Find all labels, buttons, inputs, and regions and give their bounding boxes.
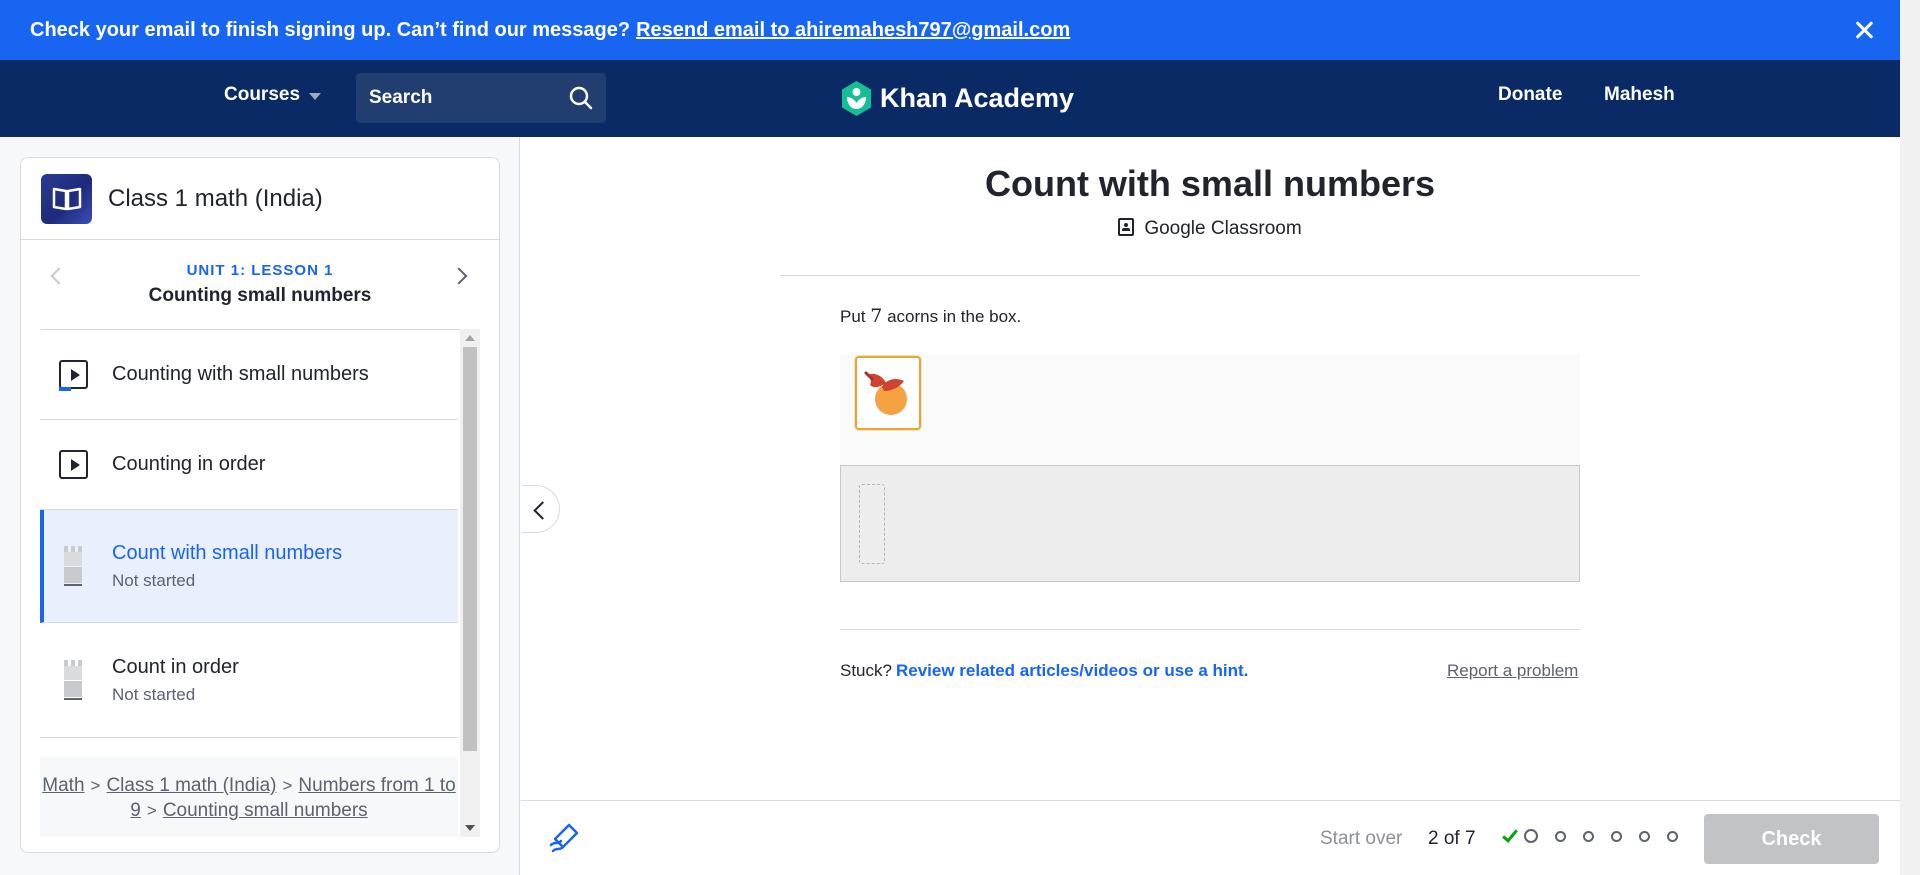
breadcrumb-lesson[interactable]: Counting small numbers (163, 800, 368, 821)
sidebar-item-counting-in-order[interactable]: Counting in order (40, 420, 458, 510)
scrollbar-thumb[interactable] (463, 347, 477, 751)
search-label: Search (369, 87, 433, 108)
start-over-button[interactable]: Start over (1320, 828, 1402, 850)
draggable-acorn[interactable] (855, 356, 921, 430)
google-classroom-icon (1118, 218, 1135, 236)
completed-check-icon (1502, 825, 1518, 843)
question-progress: 2 of 7 (1428, 828, 1476, 849)
book-icon (41, 173, 92, 224)
list-item-title: Count in order (112, 655, 239, 678)
close-icon[interactable] (1850, 16, 1878, 44)
course-title: Class 1 math (India) (108, 184, 323, 212)
breadcrumb-separator: > (90, 776, 101, 795)
course-header[interactable]: Class 1 math (India) (21, 158, 499, 240)
breadcrumb: Math > Class 1 math (India) > Numbers from 1… (40, 757, 458, 837)
check-button[interactable]: Check (1704, 814, 1879, 864)
page-scrollbar[interactable] (1900, 0, 1920, 875)
courses-menu-button[interactable]: Courses (224, 84, 322, 106)
sidebar-scrollbar[interactable] (460, 329, 480, 837)
video-play-icon (58, 450, 88, 479)
unit-lesson-label: UNIT 1: LESSON 1 (186, 262, 334, 279)
donate-link[interactable]: Donate (1498, 84, 1562, 106)
top-nav: Courses Search Khan Academy Donate Mahes… (0, 60, 1900, 137)
search-input[interactable]: Search (356, 73, 606, 123)
scroll-up-icon[interactable] (465, 335, 475, 341)
acorn-source-tray (840, 355, 1580, 465)
banner-message: Check your email to finish signing up. C… (30, 18, 631, 41)
exercise-castle-icon (64, 546, 82, 586)
list-item-title: Counting in order (112, 453, 266, 475)
question-dot (1555, 830, 1566, 842)
prompt-number: 7 (870, 305, 883, 327)
sidebar-item-count-with-small-numbers[interactable]: Count with small numbers Not started (40, 510, 458, 623)
scroll-down-icon[interactable] (465, 825, 475, 831)
resend-email-link[interactable]: Resend email to ahiremahesh797@gmail.com (636, 19, 1070, 42)
stuck-help: Stuck? Review related articles/videos or … (840, 661, 1248, 681)
collapse-sidebar-button[interactable] (522, 485, 560, 533)
sidebar-item-count-in-order[interactable]: Count in order Not started (40, 623, 458, 738)
page-title: Count with small numbers (984, 163, 1436, 204)
progress-dots (1500, 825, 1695, 843)
list-item-status: Not started (112, 684, 196, 704)
video-play-icon (58, 359, 88, 391)
lesson-navigator: UNIT 1: LESSON 1 Counting small numbers (41, 240, 479, 330)
list-item-title: Counting with small numbers (112, 362, 369, 385)
prompt-text-start: Put (840, 307, 866, 326)
brand-name: Khan Academy (880, 83, 1075, 113)
question-dot (1639, 830, 1650, 842)
khan-academy-logo[interactable]: Khan Academy (840, 80, 1074, 117)
khan-academy-logo-icon (842, 81, 871, 116)
lesson-name: Counting small numbers (148, 285, 372, 306)
google-classroom-label: Google Classroom (1144, 218, 1302, 239)
question-dot (1667, 830, 1678, 842)
drop-slot[interactable] (859, 484, 885, 564)
divider (840, 629, 1580, 630)
exercise-footer: Start over 2 of 7 Check (521, 800, 1900, 875)
breadcrumb-separator: > (146, 801, 157, 820)
video-progress-bar (58, 386, 71, 391)
google-classroom-button[interactable]: Google Classroom (780, 218, 1640, 240)
list-item-status: Not started (112, 570, 196, 590)
search-icon[interactable] (568, 85, 594, 111)
breadcrumb-course[interactable]: Class 1 math (India) (106, 775, 276, 796)
sidebar-item-counting-with-small-numbers[interactable]: Counting with small numbers (40, 329, 458, 420)
acorn-drop-box[interactable] (840, 465, 1580, 582)
lesson-items-list: Counting with small numbers Counting in … (40, 329, 480, 757)
hint-link[interactable]: Review related articles/videos or use a … (896, 661, 1248, 680)
question-prompt: Put 7 acorns in the box. (840, 305, 1021, 327)
breadcrumb-math[interactable]: Math (42, 775, 84, 796)
courses-label: Courses (224, 84, 301, 105)
sidebar-panel: Class 1 math (India) UNIT 1: LESSON 1 Co… (0, 137, 520, 875)
stuck-label: Stuck? (840, 661, 892, 680)
scratchpad-pencil-icon[interactable] (549, 821, 581, 855)
prompt-text-end: acorns in the box. (887, 307, 1022, 326)
exercise-castle-icon (64, 660, 82, 700)
signup-banner: Check your email to finish signing up. C… (0, 0, 1900, 60)
report-problem-link[interactable]: Report a problem (1447, 661, 1578, 681)
user-menu-button[interactable]: Mahesh (1604, 84, 1675, 106)
question-dot (1583, 830, 1594, 842)
divider (780, 275, 1640, 276)
chevron-down-icon (309, 93, 322, 100)
current-question-dot (1524, 829, 1538, 843)
breadcrumb-separator: > (282, 776, 293, 795)
list-item-title: Count with small numbers (112, 541, 343, 564)
question-dot (1611, 830, 1622, 842)
acorn-icon (864, 371, 907, 415)
